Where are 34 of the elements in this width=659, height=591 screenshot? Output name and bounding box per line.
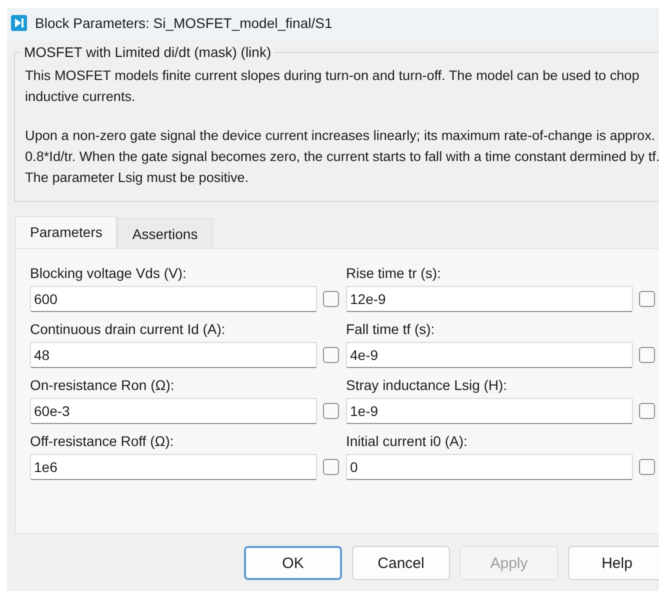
input-field[interactable]: 4e-9 xyxy=(346,342,633,368)
field-label: Continuous drain current Id (A): xyxy=(30,321,226,337)
dialog-button[interactable]: Help xyxy=(568,546,659,580)
input-field[interactable]: 12e-9 xyxy=(346,286,633,312)
checkbox[interactable] xyxy=(323,459,339,475)
field-label: Initial current i0 (A): xyxy=(346,433,468,449)
window-title: Block Parameters: Si_MOSFET_model_final/S1 xyxy=(35,15,332,31)
dialog-button[interactable]: OK xyxy=(244,546,342,580)
input-field[interactable]: 48 xyxy=(30,342,317,368)
field-label: Blocking voltage Vds (V): xyxy=(30,265,188,281)
group-title: MOSFET with Limited di/dt (mask) (link) xyxy=(21,44,274,60)
tab[interactable]: Assertions xyxy=(117,218,213,248)
input-field[interactable]: 1e-9 xyxy=(346,398,633,424)
field-label: Stray inductance Lsig (H): xyxy=(346,377,508,393)
checkbox[interactable] xyxy=(639,459,655,475)
input-field[interactable]: 1e6 xyxy=(30,454,317,480)
input-field[interactable]: 600 xyxy=(30,286,317,312)
field-label: On-resistance Ron (Ω): xyxy=(30,377,176,393)
checkbox[interactable] xyxy=(639,347,655,363)
description-text: Upon a non-zero gate signal the device current increases linearly; its maximum rate-of-change is approx. 0.8*Id/tr. When the gate signal becomes zero, the current starts to fall with a time constant dermined by tf. The parameter Lsig must be positive. xyxy=(25,127,659,187)
checkbox[interactable] xyxy=(323,403,339,419)
field-label: Off-resistance Roff (Ω): xyxy=(30,433,175,449)
field-label: Fall time tf (s): xyxy=(346,321,436,337)
checkbox[interactable] xyxy=(323,347,339,363)
input-field[interactable]: 60e-3 xyxy=(30,398,317,424)
tab[interactable]: Parameters xyxy=(15,216,118,248)
checkbox[interactable] xyxy=(323,291,339,307)
checkbox[interactable] xyxy=(639,291,655,307)
description-text: This MOSFET models finite current slopes during turn-on and turn-off. The model can be used to chop inductive currents. xyxy=(25,67,640,106)
dialog-button[interactable]: Cancel xyxy=(352,546,450,580)
play-step-icon xyxy=(11,15,27,31)
input-field[interactable]: 0 xyxy=(346,454,633,480)
checkbox[interactable] xyxy=(639,403,655,419)
field-label: Rise time tr (s): xyxy=(346,265,442,281)
